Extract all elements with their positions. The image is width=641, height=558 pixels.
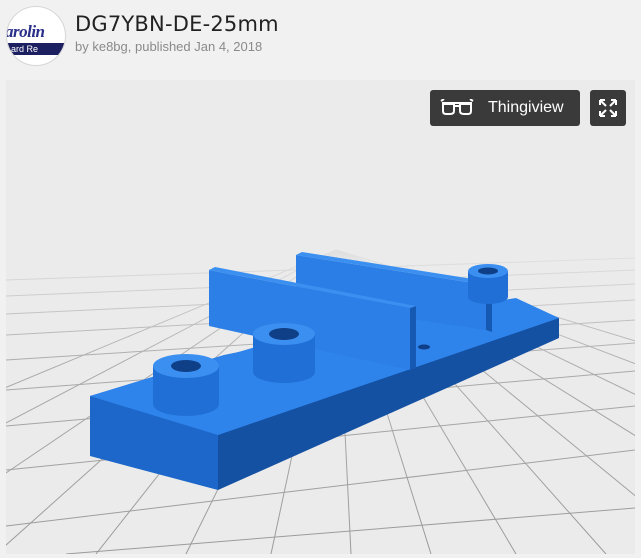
avatar[interactable]: arolin ard Re xyxy=(6,6,66,66)
page-title: DG7YBN-DE-25mm xyxy=(75,12,279,36)
expand-arrows-icon xyxy=(599,99,617,117)
fullscreen-button[interactable] xyxy=(590,90,626,126)
model-viewer[interactable]: Thingiview xyxy=(6,80,635,554)
avatar-logo-text: arolin xyxy=(6,22,45,41)
model-preview xyxy=(6,80,635,554)
byline: by ke8bg, published Jan 4, 2018 xyxy=(75,39,263,54)
thingiview-label: Thingiview xyxy=(488,99,564,116)
3d-glasses-icon xyxy=(440,98,474,122)
avatar-logo-subtext: ard Re xyxy=(7,43,65,55)
thingiview-button[interactable]: Thingiview xyxy=(430,90,580,126)
thing-header: arolin ard Re DG7YBN-DE-25mm by ke8bg, p… xyxy=(0,0,641,78)
